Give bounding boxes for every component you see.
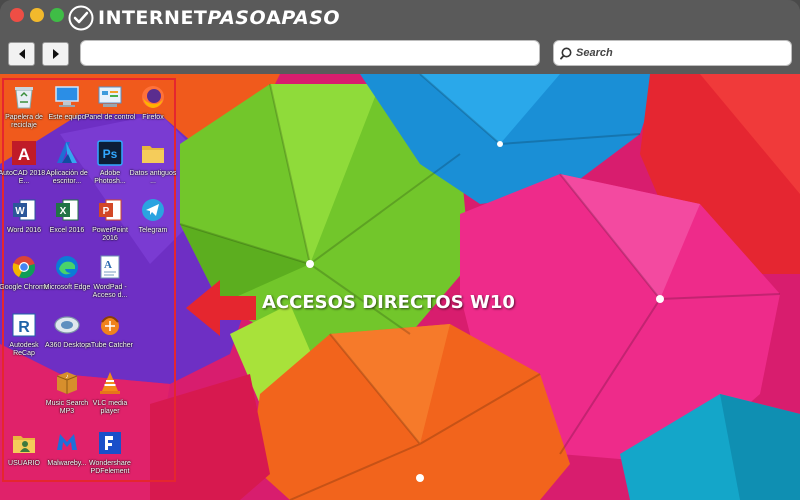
icon-label: WordPad - Acceso d...	[92, 284, 128, 299]
desktop-icon-atube-catcher[interactable]: aTube Catcher	[87, 310, 133, 350]
desktop-icon-excel[interactable]: X Excel 2016	[45, 195, 89, 235]
toolbar: Search	[0, 36, 800, 74]
desktop-icon-autodesk-recap[interactable]: R Autodesk ReCap	[2, 310, 46, 358]
svg-text:A: A	[18, 145, 30, 164]
title-bar: INTERNETPASOAPASO	[0, 0, 800, 36]
desktop-icon-this-pc[interactable]: Este equipo	[45, 82, 89, 122]
folder-icon	[138, 138, 168, 168]
desktop-icon-word[interactable]: W Word 2016	[2, 195, 46, 235]
autocad-icon: A	[9, 138, 39, 168]
red-arrow-icon	[186, 280, 256, 336]
photoshop-icon: Ps	[95, 138, 125, 168]
brand-mark-icon	[68, 5, 94, 31]
vlc-icon	[95, 368, 125, 398]
music-search-icon: ♪	[52, 368, 82, 398]
desktop-icon-powerpoint[interactable]: P PowerPoint 2016	[88, 195, 132, 243]
svg-text:P: P	[103, 206, 110, 217]
desktop-icon-vlc[interactable]: VLC media player	[88, 368, 132, 416]
address-bar[interactable]	[80, 40, 540, 66]
search-icon	[560, 47, 572, 59]
minimize-window-button[interactable]	[30, 8, 44, 22]
icon-label: VLC media player	[92, 400, 128, 415]
svg-text:R: R	[18, 319, 30, 336]
desktop-icon-firefox[interactable]: Firefox	[131, 82, 175, 122]
wordpad-icon: A	[95, 252, 125, 282]
control-panel-icon	[95, 82, 125, 112]
desktop-icon-recycle-bin[interactable]: Papelera de reciclaje	[2, 82, 46, 130]
icon-label: Wondershare PDFelement	[89, 460, 131, 475]
forward-button[interactable]	[42, 42, 69, 66]
svg-text:X: X	[60, 206, 67, 217]
pdfelement-icon	[95, 428, 125, 458]
telegram-icon	[138, 195, 168, 225]
back-button[interactable]	[8, 42, 35, 66]
svg-text:♪: ♪	[66, 374, 69, 380]
desktop-icon-autocad[interactable]: A AutoCAD 2018 - E...	[0, 138, 49, 186]
recycle-bin-icon	[9, 82, 39, 112]
desktop-icon-a360[interactable]: A360 Desktop	[45, 310, 89, 350]
maximize-window-button[interactable]	[50, 8, 64, 22]
svg-text:W: W	[15, 206, 25, 217]
svg-text:A: A	[104, 259, 112, 271]
icon-label: Telegram	[138, 227, 168, 234]
atube-icon	[95, 310, 125, 340]
icon-label: aTube Catcher	[86, 342, 134, 349]
close-window-button[interactable]	[10, 8, 24, 22]
desktop-icon-telegram[interactable]: Telegram	[131, 195, 175, 235]
desktop-icon-photoshop[interactable]: Ps Adobe Photosh...	[88, 138, 132, 186]
search-placeholder: Search	[576, 47, 613, 59]
svg-text:Ps: Ps	[103, 147, 118, 161]
this-pc-icon	[52, 82, 82, 112]
desktop-icon-user-folder[interactable]: USUARIO	[2, 428, 46, 468]
desktop-icon-music-search[interactable]: ♪ Music Search MP3	[45, 368, 89, 416]
firefox-icon	[138, 82, 168, 112]
icon-label: Firefox	[142, 114, 164, 121]
back-arrow-icon	[18, 49, 25, 59]
a360-icon	[52, 310, 82, 340]
windows-desktop: Papelera de reciclaje Este equipo Panel …	[0, 74, 800, 500]
excel-icon: X	[52, 195, 82, 225]
search-input[interactable]: Search	[553, 40, 792, 66]
browser-window: INTERNETPASOAPASO Search Papelera de rec…	[0, 0, 800, 500]
desktop-icon-old-data-folder[interactable]: Datos antiguos ...	[130, 138, 176, 186]
powerpoint-icon: P	[95, 195, 125, 225]
desktop-icon-wordpad[interactable]: A WordPad - Acceso d...	[88, 252, 132, 300]
user-folder-icon	[9, 428, 39, 458]
callout-label: ACCESOS DIRECTOS W10	[262, 292, 515, 313]
chrome-icon	[9, 252, 39, 282]
word-icon: W	[9, 195, 39, 225]
brand-wordmark: INTERNETPASOAPASO	[98, 7, 341, 29]
desktop-icon-edge[interactable]: Microsoft Edge	[44, 252, 90, 292]
desktop-icon-malwarebytes[interactable]: Malwareby...	[45, 428, 89, 468]
forward-arrow-icon	[52, 49, 59, 59]
desktop-icon-control-panel[interactable]: Panel de control	[85, 82, 135, 122]
desktop-icon-desktop-app[interactable]: Aplicación de escritor...	[45, 138, 89, 186]
site-logo: INTERNETPASOAPASO	[68, 5, 340, 31]
icon-label: Datos antiguos ...	[129, 170, 177, 185]
desktop-icon-pdfelement[interactable]: Wondershare PDFelement	[88, 428, 132, 476]
malwarebytes-icon	[52, 428, 82, 458]
recap-icon: R	[9, 310, 39, 340]
azure-app-icon	[52, 138, 82, 168]
desktop-icon-chrome[interactable]: Google Chrome	[0, 252, 49, 292]
edge-icon	[52, 252, 82, 282]
